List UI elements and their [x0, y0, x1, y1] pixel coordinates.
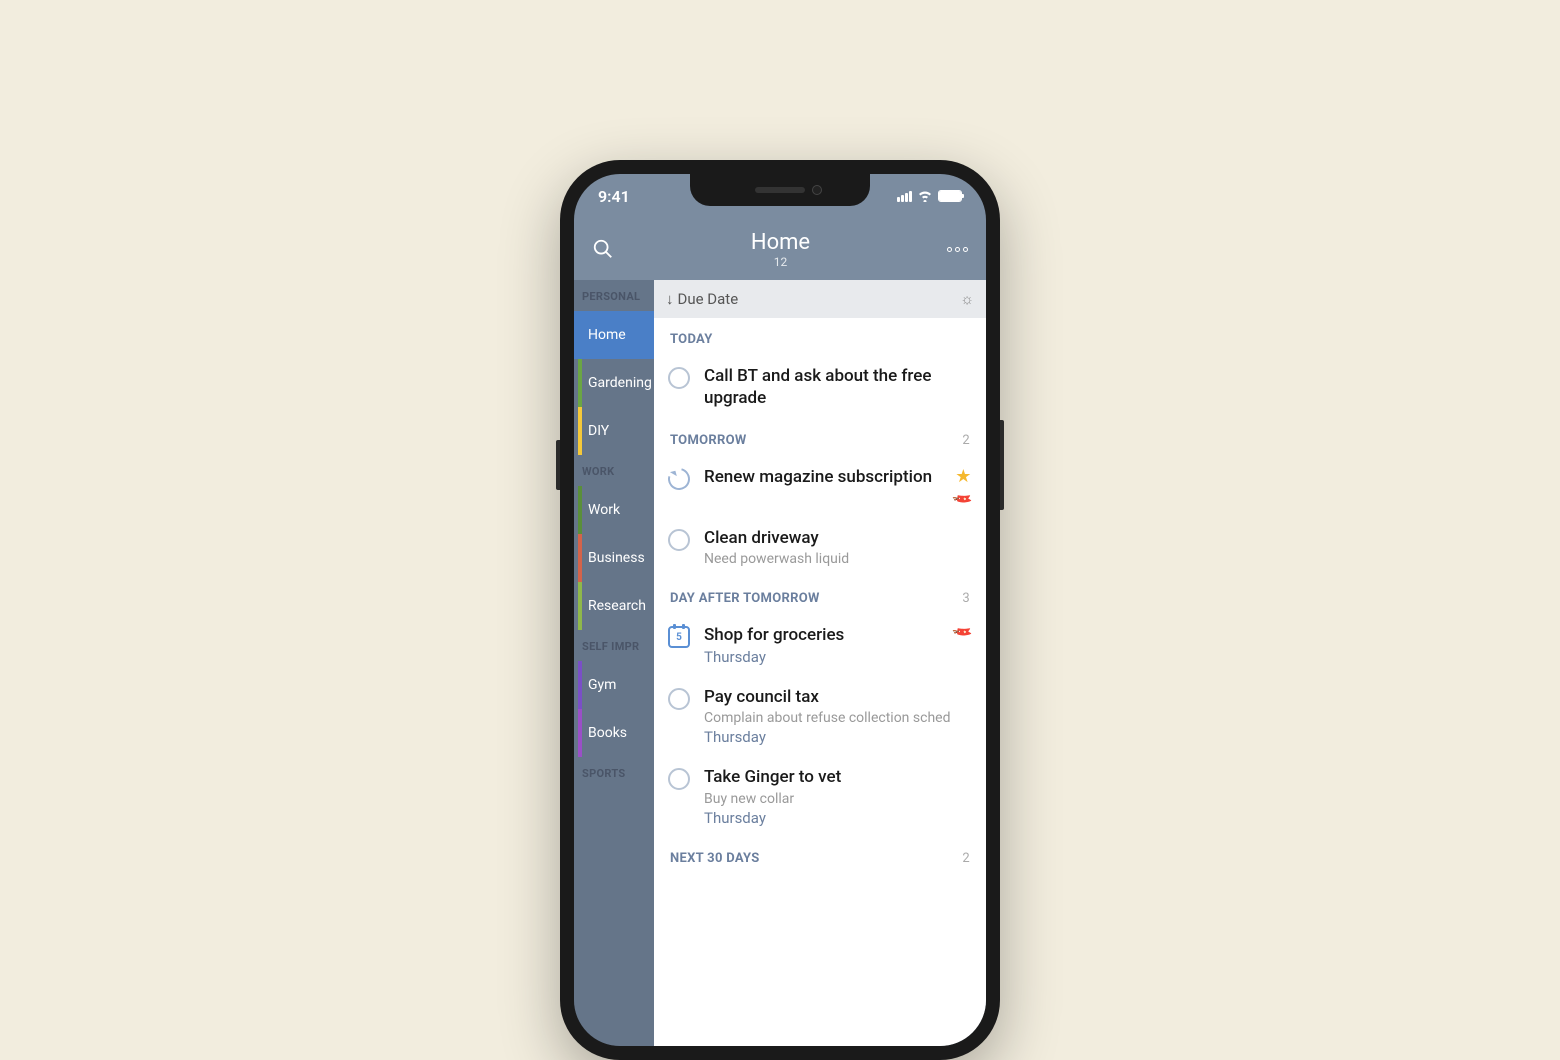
task-date: Thursday	[704, 728, 954, 746]
sidebar-section-header: SPORTS	[574, 757, 654, 788]
sidebar-section-header: WORK	[574, 455, 654, 486]
app-header: Home 12	[574, 218, 986, 280]
checkbox-icon[interactable]	[668, 688, 690, 710]
task-note: Complain about refuse collection sched	[704, 710, 954, 726]
task-row[interactable]: Renew magazine subscription ★🔖	[654, 456, 986, 517]
section-header: NEXT 30 DAYS2	[654, 837, 986, 874]
tag-icon: 🔖	[951, 620, 975, 644]
sidebar-item[interactable]: Gardening	[574, 359, 654, 407]
calendar-icon[interactable]: 5	[668, 626, 690, 648]
sun-icon[interactable]: ☼	[960, 290, 974, 308]
search-icon[interactable]	[592, 238, 614, 260]
sidebar-item[interactable]: Gym	[574, 661, 654, 709]
task-title: Pay council tax	[704, 686, 954, 708]
status-time: 9:41	[598, 187, 630, 206]
checkbox-icon[interactable]	[668, 529, 690, 551]
section-header: DAY AFTER TOMORROW3	[654, 577, 986, 614]
sidebar-section-header: PERSONAL	[574, 280, 654, 311]
sort-label: Due Date	[678, 290, 739, 308]
screen: 9:41 Home 12 PERSONALHomeGardeningDIYWOR…	[574, 174, 986, 1046]
tag-icon: 🔖	[951, 487, 975, 511]
phone-frame: 9:41 Home 12 PERSONALHomeGardeningDIYWOR…	[560, 160, 1000, 1060]
task-note: Buy new collar	[704, 791, 954, 807]
task-row[interactable]: 5 Shop for groceries Thursday 🔖	[654, 614, 986, 676]
section-header: TODAY	[654, 318, 986, 355]
repeat-icon[interactable]	[664, 464, 694, 494]
task-title: Clean driveway	[704, 527, 954, 549]
sidebar-item[interactable]: DIY	[574, 407, 654, 455]
task-row[interactable]: Pay council tax Complain about refuse col…	[654, 676, 986, 756]
more-button[interactable]	[947, 247, 968, 252]
sidebar-item[interactable]: Business	[574, 534, 654, 582]
sidebar-item[interactable]: Research	[574, 582, 654, 630]
signal-icon	[897, 191, 912, 202]
task-row[interactable]: Clean driveway Need powerwash liquid	[654, 517, 986, 577]
sidebar[interactable]: PERSONALHomeGardeningDIYWORKWorkBusiness…	[574, 280, 654, 1046]
task-date: Thursday	[704, 648, 937, 666]
task-title: Renew magazine subscription	[704, 466, 937, 488]
checkbox-icon[interactable]	[668, 768, 690, 790]
sort-arrow-icon: ↓	[666, 290, 674, 308]
sort-bar[interactable]: ↓Due Date ☼	[654, 280, 986, 318]
task-date: Thursday	[704, 809, 954, 827]
section-header: TOMORROW2	[654, 419, 986, 456]
sidebar-section-header: SELF IMPR	[574, 630, 654, 661]
page-count: 12	[751, 255, 810, 269]
task-title: Take Ginger to vet	[704, 766, 954, 788]
notch	[690, 174, 870, 206]
checkbox-icon[interactable]	[668, 367, 690, 389]
page-title: Home	[751, 230, 810, 255]
sidebar-item[interactable]: Home	[574, 311, 654, 359]
task-row[interactable]: Take Ginger to vet Buy new collar Thursday	[654, 756, 986, 836]
star-icon[interactable]: ★	[955, 466, 971, 487]
task-title: Shop for groceries	[704, 624, 937, 646]
sidebar-item[interactable]: Books	[574, 709, 654, 757]
task-note: Need powerwash liquid	[704, 551, 954, 567]
sidebar-item[interactable]: Work	[574, 486, 654, 534]
wifi-icon	[917, 190, 933, 202]
task-row[interactable]: Call BT and ask about the free upgrade	[654, 355, 986, 419]
task-list[interactable]: ↓Due Date ☼ TODAY Call BT and ask about t…	[654, 280, 986, 1046]
task-title: Call BT and ask about the free upgrade	[704, 365, 954, 409]
battery-icon	[938, 190, 962, 202]
